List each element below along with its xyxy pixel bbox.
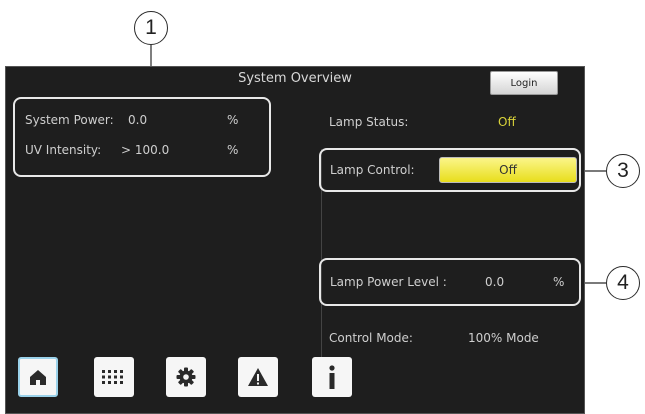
- lamp-power-level-label: Lamp Power Level :: [330, 275, 447, 289]
- nav-home-button[interactable]: [18, 357, 58, 397]
- lamp-status-value: Off: [498, 115, 516, 129]
- uv-intensity-value: > 100.0: [121, 143, 170, 157]
- lamp-control-label: Lamp Control:: [330, 163, 415, 177]
- system-power-value: 0.0: [128, 113, 148, 127]
- uv-intensity-label: UV Intensity:: [25, 143, 102, 157]
- gear-icon: [176, 367, 196, 387]
- warning-icon: [248, 368, 268, 386]
- callout-4: 4: [606, 266, 640, 300]
- info-icon: [329, 365, 335, 389]
- login-button[interactable]: Login: [490, 71, 558, 95]
- lamp-power-level-value: 0.0: [485, 275, 505, 289]
- control-mode-label: Control Mode:: [329, 331, 413, 345]
- nav-keypad-button[interactable]: [94, 357, 134, 397]
- system-power-label: System Power:: [25, 113, 114, 127]
- system-status-panel: System Power: 0.0 % UV Intensity: > 100.…: [13, 97, 271, 177]
- lamp-control-button[interactable]: Off: [439, 157, 577, 183]
- lamp-status-label: Lamp Status:: [329, 115, 409, 129]
- callout-1: 1: [134, 11, 168, 45]
- nav-settings-button[interactable]: [166, 357, 206, 397]
- keypad-icon: [102, 370, 123, 384]
- hmi-screen: System Overview Login System Power: 0.0 …: [5, 66, 585, 414]
- lamp-control-panel: Lamp Control: Off: [319, 148, 581, 192]
- lamp-power-level-panel: Lamp Power Level : 0.0 %: [319, 258, 581, 306]
- nav-info-button[interactable]: [312, 357, 352, 397]
- uv-intensity-unit: %: [227, 143, 239, 157]
- callout-3: 3: [606, 154, 640, 188]
- control-mode-value: 100% Mode: [468, 331, 539, 345]
- system-power-unit: %: [227, 113, 239, 127]
- home-icon: [30, 370, 46, 385]
- lamp-power-level-unit: %: [553, 275, 565, 289]
- nav-alarms-button[interactable]: [238, 357, 278, 397]
